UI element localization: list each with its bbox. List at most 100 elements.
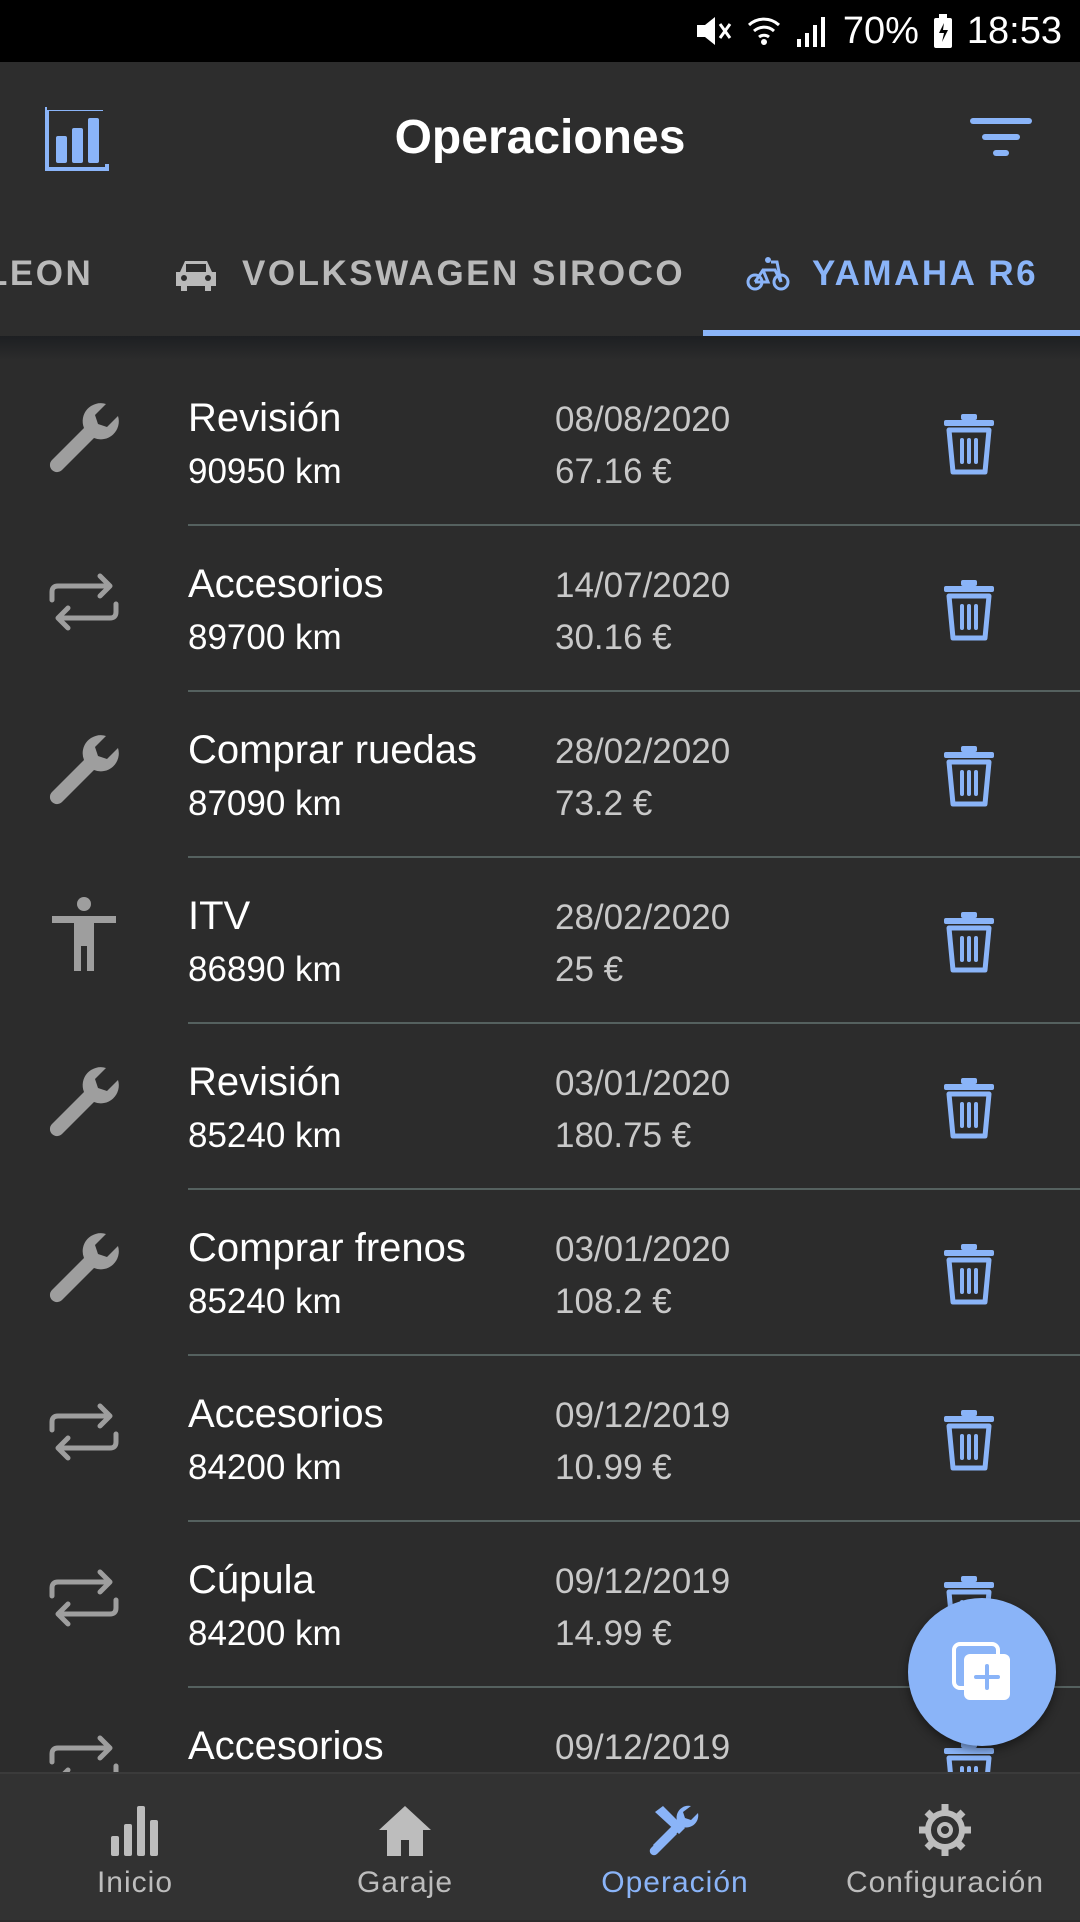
wifi-icon [747,13,781,49]
filter-button[interactable] [968,112,1034,162]
tab-yamaha-r6[interactable]: YAMAHA R6 [746,212,1038,336]
operation-date: 09/12/2019 [555,1396,731,1435]
operation-name: Cúpula [188,1558,315,1602]
vehicle-tabs: LEON VOLKSWAGEN SIROCO YAMAHA R6 [0,212,1080,336]
mute-icon [693,13,733,49]
operation-date: 09/12/2019 [555,1728,731,1767]
trash-icon [944,414,994,475]
operation-cost: 180.75 € [555,1116,692,1155]
operation-km: 84200 km [188,1448,342,1487]
operation-name: Accesorios [188,1724,384,1768]
tools-icon [649,1805,699,1856]
operation-date: 03/01/2020 [555,1230,731,1269]
wrench-icon [49,1067,119,1137]
operation-date: 14/07/2020 [555,566,731,605]
delete-button[interactable] [936,576,1002,642]
operation-name: Comprar ruedas [188,728,478,772]
operation-date: 28/02/2020 [555,898,731,937]
battery-icon [933,14,953,48]
operation-km: 89700 km [188,618,342,657]
gear-icon [919,1804,971,1856]
wrench-icon [49,403,119,473]
list-item[interactable]: Revisión 90950 km 08/08/2020 67.16 € [0,360,1080,526]
operation-name: ITV [188,894,251,938]
list-item[interactable]: ITV 86890 km 28/02/2020 25 € [0,858,1080,1024]
delete-button[interactable] [936,1074,1002,1140]
operation-cost: 14.99 € [555,1614,672,1653]
operation-km: 86890 km [188,950,342,989]
filter-icon [970,118,1032,156]
operation-km: 85240 km [188,1116,342,1155]
operation-name: Accesorios [188,1392,384,1436]
nav-configuracion[interactable]: Configuración [810,1774,1080,1922]
operation-km: 87090 km [188,784,342,823]
operation-cost: 25 € [555,950,624,989]
tabs-shadow [0,336,1080,360]
operations-list[interactable]: Revisión 90950 km 08/08/2020 67.16 € Acc… [0,360,1080,1772]
operation-cost: 73.2 € [555,784,653,823]
tab-volkswagen-siroco[interactable]: VOLKSWAGEN SIROCO [172,212,685,336]
operation-km: 90950 km [188,452,342,491]
trash-icon [944,1244,994,1305]
swap-icon [49,573,119,631]
nav-label: Operación [601,1866,749,1899]
delete-button[interactable] [936,1406,1002,1472]
operation-cost: 67.16 € [555,452,672,491]
page-title: Operaciones [394,111,686,164]
status-bar: 70% 18:53 [0,0,1080,62]
nav-label: Configuración [845,1866,1045,1899]
delete-button[interactable] [936,410,1002,476]
trash-icon [944,580,994,641]
clock: 18:53 [966,9,1062,52]
operation-name: Revisión [188,396,342,440]
tab-label: LEON [0,254,94,293]
trash-icon [944,1410,994,1471]
delete-button[interactable] [936,1240,1002,1306]
operation-cost: 108.2 € [555,1282,672,1321]
operation-km: 85240 km [188,1282,342,1321]
signal-icon [795,15,829,47]
delete-button[interactable] [936,908,1002,974]
nav-garaje[interactable]: Garaje [270,1774,540,1922]
list-item[interactable]: Comprar frenos 85240 km 03/01/2020 108.2… [0,1190,1080,1356]
operation-name: Comprar frenos [188,1226,466,1270]
operation-cost: 30.16 € [555,618,672,657]
nav-inicio[interactable]: Inicio [0,1774,270,1922]
tab-label: YAMAHA R6 [812,254,1039,293]
bottom-navigation: Inicio Garaje Operación Configuración [0,1772,1080,1920]
swap-icon [49,1569,119,1627]
bar-chart-icon [111,1806,158,1856]
operation-date: 03/01/2020 [555,1064,731,1103]
nav-label: Inicio [96,1866,174,1899]
operation-cost: 10.99 € [555,1448,672,1487]
operation-date: 28/02/2020 [555,732,731,771]
list-item[interactable]: Accesorios 89700 km 14/07/2020 30.16 € [0,526,1080,692]
wrench-icon [49,735,119,805]
operation-date: 08/08/2020 [555,400,731,439]
car-icon [172,256,220,292]
tab-leon[interactable]: LEON [0,212,93,336]
tab-label: VOLKSWAGEN SIROCO [242,254,686,293]
trash-icon [944,746,994,807]
delete-button[interactable] [936,742,1002,808]
bicycle-icon [746,256,790,292]
add-operation-button[interactable] [908,1598,1056,1746]
list-item[interactable]: Comprar ruedas 87090 km 28/02/2020 73.2 … [0,692,1080,858]
operation-km: 84200 km [188,1614,342,1653]
app-bar: Operaciones [0,62,1080,212]
list-item[interactable]: Revisión 85240 km 03/01/2020 180.75 € [0,1024,1080,1190]
trash-icon [944,1078,994,1139]
trash-icon [944,912,994,973]
swap-icon [49,1735,119,1772]
operation-name: Accesorios [188,562,384,606]
battery-percent: 70% [842,9,919,52]
home-icon [379,1806,431,1856]
nav-operacion[interactable]: Operación [540,1774,810,1922]
person-icon [52,897,116,971]
list-item[interactable]: Accesorios 84200 km 09/12/2019 10.99 € [0,1356,1080,1522]
wrench-icon [49,1233,119,1303]
nav-label: Garaje [356,1866,454,1899]
add-copy-icon [952,1642,1010,1700]
operation-name: Revisión [188,1060,342,1104]
swap-icon [49,1403,119,1461]
